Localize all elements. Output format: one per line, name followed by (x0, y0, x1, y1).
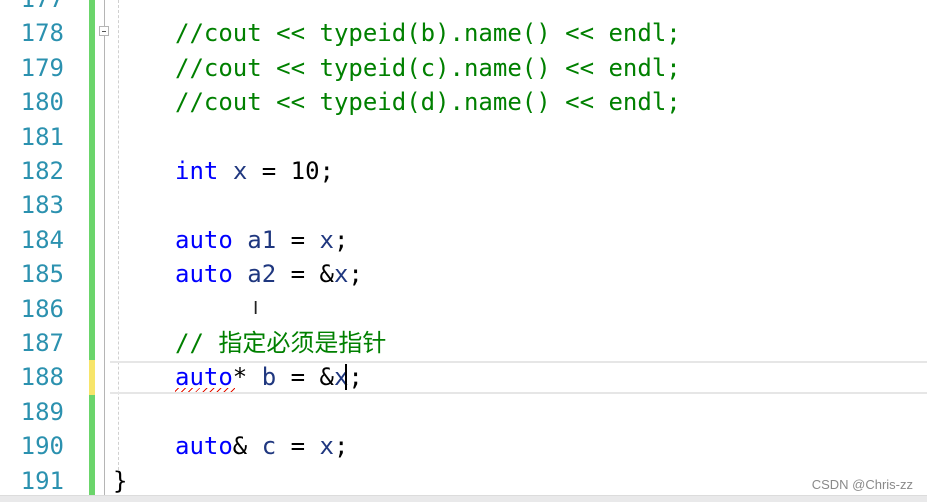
code-line[interactable]: 190 auto& c = x; (0, 429, 927, 464)
code-token: ; (333, 225, 349, 254)
identifier-token: x (319, 225, 334, 254)
text-caret (345, 364, 347, 391)
saved-change-marker (89, 85, 95, 120)
code-line[interactable]: 182 int x = 10; (0, 154, 927, 189)
code-line[interactable]: 179 //cout << typeid(c).name() << endl; (0, 50, 927, 86)
saved-change-marker (89, 119, 95, 154)
line-number: 185 (20, 260, 64, 289)
saved-change-marker (89, 291, 95, 326)
saved-change-marker (89, 50, 95, 86)
code-line[interactable]: 185 auto a2 = &x; (0, 257, 927, 292)
code-line[interactable]: 178 //cout << typeid(b).name() << endl; (0, 16, 927, 51)
line-number: 182 (20, 157, 64, 185)
line-number: 189 (20, 397, 64, 426)
code-line[interactable]: 186 (0, 291, 927, 326)
code-token: ; (348, 363, 363, 392)
line-number: 178 (20, 19, 64, 48)
unsaved-change-marker (89, 360, 95, 395)
saved-change-marker (89, 463, 95, 498)
comment-token: // 指定必须是指针 (175, 329, 387, 357)
line-number: 183 (20, 191, 64, 220)
comment-token: //cout << typeid(d).name() << endl; (175, 88, 681, 117)
line-number: 180 (20, 88, 64, 117)
line-number: 191 (20, 466, 64, 495)
code-token: ; (333, 432, 349, 461)
code-token: = (276, 225, 320, 254)
code-line[interactable]: 189 (0, 394, 927, 430)
comment-token: //cout << typeid(b).name() << endl; (175, 19, 681, 48)
saved-change-marker (89, 394, 95, 430)
comment-token: //cout << typeid(c).name() << endl; (175, 53, 681, 82)
code-line[interactable]: 177 (0, 0, 927, 17)
code-line[interactable]: 181 (0, 119, 927, 154)
code-token: ; (348, 260, 363, 289)
line-number: 184 (20, 225, 64, 254)
saved-change-marker (89, 0, 95, 17)
code-text[interactable]: //cout << typeid(b).name() << endl; (175, 16, 681, 50)
line-number: 186 (20, 294, 64, 323)
identifier-token: x (333, 260, 349, 289)
code-editor[interactable]: 177 178 //cout << typeid(b).name() << endl… (0, 0, 927, 498)
identifier-token: c (261, 432, 277, 461)
code-line[interactable]: 183 (0, 188, 927, 223)
keyword-token: auto (175, 432, 233, 461)
keyword-token: auto (175, 363, 233, 392)
identifier-token: b (261, 363, 277, 392)
code-line[interactable]: 187 // 指定必须是指针 (0, 326, 927, 361)
identifier-token: x (232, 157, 248, 185)
code-line[interactable]: 180 //cout << typeid(d).name() << endl; (0, 85, 927, 120)
code-text[interactable]: auto& c = x; (175, 429, 348, 463)
line-number: 179 (20, 53, 64, 82)
line-number: 188 (20, 363, 64, 392)
line-number: 177 (0, 0, 64, 16)
code-token: = 10; (247, 157, 334, 185)
code-text[interactable]: auto a2 = &x; (175, 257, 363, 291)
closing-brace: } (113, 466, 128, 495)
code-text[interactable]: int x = 10; (175, 154, 334, 188)
saved-change-marker (89, 188, 95, 223)
code-line[interactable]: 191} (0, 463, 927, 498)
code-text[interactable]: //cout << typeid(c).name() << endl; (175, 51, 681, 85)
code-token: & (232, 432, 262, 461)
code-line[interactable]: 184 auto a1 = x; (0, 222, 927, 258)
identifier-token: a1 (247, 225, 277, 254)
error-squiggle[interactable] (175, 388, 235, 393)
code-token: * (232, 363, 262, 392)
saved-change-marker (89, 222, 95, 258)
code-token: = & (276, 363, 334, 392)
saved-change-marker (89, 16, 95, 51)
saved-change-marker (89, 257, 95, 292)
identifier-token: a2 (247, 260, 277, 289)
saved-change-marker (89, 326, 95, 361)
saved-change-marker (89, 154, 95, 189)
line-number: 187 (20, 329, 64, 357)
code-token: = (276, 432, 320, 461)
code-token: = & (276, 260, 334, 289)
code-text[interactable]: auto a1 = x; (175, 223, 348, 257)
saved-change-marker (89, 429, 95, 464)
keyword-token: auto (175, 225, 233, 254)
keyword-token: auto (175, 260, 233, 289)
code-text[interactable]: // 指定必须是指针 (175, 326, 386, 360)
line-number: 181 (20, 122, 64, 151)
identifier-token: x (319, 432, 334, 461)
line-number: 190 (20, 432, 64, 461)
ibeam-cursor-icon: I (253, 298, 259, 319)
watermark: CSDN @Chris-zz (811, 477, 913, 492)
code-line[interactable]: 188 auto* b = &x; (0, 360, 927, 395)
keyword-token: int (175, 157, 219, 185)
code-text[interactable]: //cout << typeid(d).name() << endl; (175, 85, 681, 119)
